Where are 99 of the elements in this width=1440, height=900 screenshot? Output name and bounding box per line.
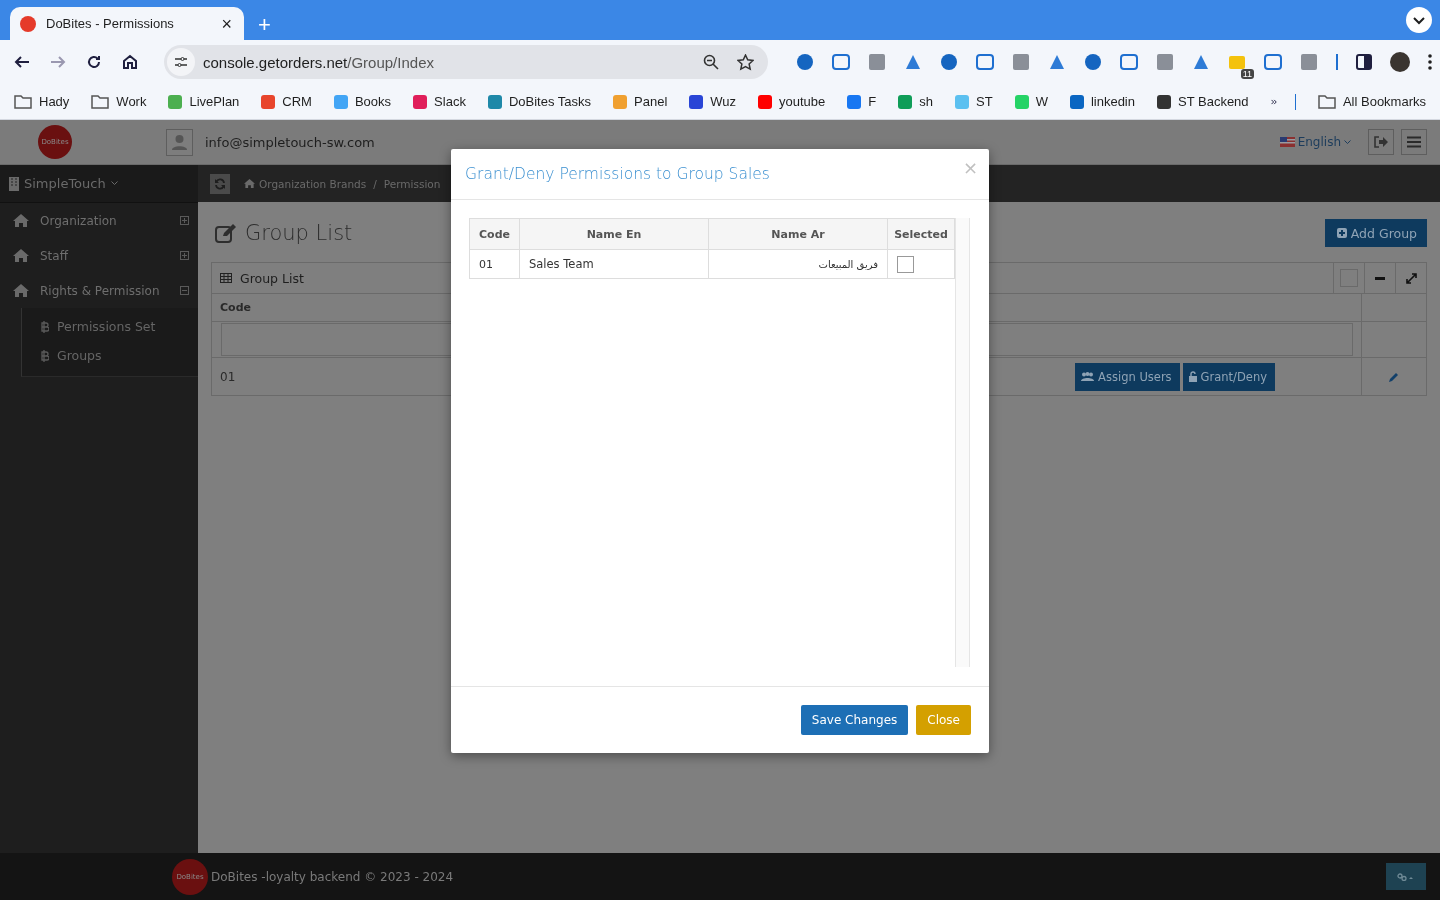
- expand-icon[interactable]: [1405, 272, 1417, 284]
- extension-icon[interactable]: [832, 53, 850, 71]
- menu-icon: [1407, 136, 1421, 148]
- add-group-button[interactable]: Add Group: [1324, 219, 1427, 247]
- extension-icon[interactable]: [1012, 53, 1030, 71]
- site-settings-icon[interactable]: [167, 48, 195, 76]
- forward-icon[interactable]: [50, 54, 66, 70]
- bookmark[interactable]: Panel: [613, 94, 668, 109]
- extension-icon[interactable]: [1192, 53, 1210, 71]
- bookmark[interactable]: youtube: [758, 94, 826, 109]
- extension-icon[interactable]: [940, 53, 958, 71]
- caret-icon: [1344, 139, 1351, 145]
- user-email: info@simpletouch-sw.com: [205, 134, 375, 150]
- column-header: Name En: [519, 218, 709, 250]
- building-icon: [9, 176, 19, 191]
- footer-text: DoBites -loyalty backend © 2023 - 2024: [211, 869, 454, 884]
- settings-button[interactable]: [1386, 863, 1426, 890]
- tab-title: DoBites - Permissions: [46, 16, 175, 31]
- extension-icon[interactable]: [1156, 53, 1174, 71]
- all-bookmarks-button[interactable]: All Bookmarks: [1317, 94, 1426, 109]
- folder-icon: [91, 94, 110, 109]
- extension-icon[interactable]: [1084, 53, 1102, 71]
- more-icon[interactable]: [1428, 54, 1432, 70]
- link-icon: [1397, 872, 1415, 881]
- bookmark[interactable]: linkedin: [1069, 94, 1135, 109]
- home-icon: [13, 214, 29, 227]
- currency-icon: [41, 349, 49, 362]
- back-icon[interactable]: [14, 54, 30, 70]
- column-header: Name Ar: [708, 218, 888, 250]
- home-icon: [244, 179, 255, 188]
- extension-icon[interactable]: [1264, 53, 1282, 71]
- pencil-icon[interactable]: [1389, 371, 1399, 382]
- bookmark[interactable]: Work: [91, 94, 147, 109]
- address-bar[interactable]: console.getorders.net/Group/Index: [164, 45, 768, 79]
- folder-icon: [14, 94, 32, 109]
- table-cell: 01: [469, 249, 520, 279]
- refresh-icon: [214, 177, 226, 190]
- minimize-icon[interactable]: [1375, 276, 1385, 280]
- extension-icon[interactable]: [1300, 53, 1318, 71]
- browser-tab[interactable]: DoBites - Permissions ×: [10, 7, 244, 40]
- assign-users-button[interactable]: Assign Users: [1075, 362, 1180, 391]
- star-icon[interactable]: [737, 53, 754, 71]
- table-icon: [220, 273, 232, 283]
- column-header: Code: [469, 218, 520, 250]
- users-icon: [1081, 371, 1095, 382]
- extension-icon[interactable]: [796, 53, 814, 71]
- selected-checkbox[interactable]: [897, 255, 914, 273]
- bookmark[interactable]: ST Backend: [1157, 94, 1249, 109]
- plus-icon: [1336, 228, 1347, 238]
- column-header: Selected: [887, 218, 955, 250]
- bookmark[interactable]: Wuz: [689, 94, 737, 109]
- extension-icon[interactable]: [1120, 53, 1138, 71]
- bookmark[interactable]: LivePlan: [168, 94, 240, 109]
- flag-icon: [1279, 137, 1295, 147]
- panel-title: Group List: [240, 270, 305, 286]
- profile-avatar[interactable]: [1390, 52, 1410, 72]
- tab-search-icon[interactable]: [1406, 7, 1432, 33]
- bookmark[interactable]: Slack: [413, 94, 466, 109]
- reload-icon[interactable]: [86, 54, 102, 70]
- bookmark[interactable]: CRM: [261, 94, 312, 109]
- dialog-title: Grant/Deny Permissions to Group Sales: [465, 165, 771, 183]
- url-text: console.getorders.net/Group/Index: [203, 53, 434, 71]
- edit-icon: [215, 223, 237, 243]
- new-tab-button[interactable]: +: [254, 14, 275, 36]
- table-cell-text: 01: [219, 369, 237, 384]
- breadcrumb-separator: /: [373, 177, 377, 190]
- home-icon[interactable]: [122, 54, 138, 70]
- logout-icon: [1374, 136, 1388, 148]
- extension-icon[interactable]: [976, 53, 994, 71]
- bookmark[interactable]: F: [847, 94, 877, 109]
- tab-favicon-icon: [20, 15, 36, 32]
- unlock-icon: [1188, 371, 1197, 382]
- close-tab-button[interactable]: ×: [219, 14, 234, 33]
- caret-icon: [110, 181, 118, 186]
- currency-icon: [41, 320, 49, 333]
- extension-badge: 11: [1240, 69, 1254, 79]
- column-header: Code: [219, 301, 252, 314]
- bookmark[interactable]: Hady: [14, 94, 70, 109]
- logout-button[interactable]: [1368, 129, 1394, 155]
- bookmark[interactable]: W: [1014, 94, 1048, 109]
- save-changes-button[interactable]: Save Changes: [800, 705, 909, 735]
- extension-icon[interactable]: [1228, 53, 1246, 71]
- table-cell: فريق المبيعات: [708, 249, 888, 279]
- bookmark[interactable]: ST: [955, 94, 993, 109]
- folder-icon: [1317, 94, 1336, 109]
- extension-icon[interactable]: [1048, 53, 1066, 71]
- bookmark[interactable]: Books: [333, 94, 392, 109]
- bookmark[interactable]: sh: [898, 94, 933, 109]
- menu-button[interactable]: [1401, 129, 1427, 155]
- page-title: Group List: [245, 221, 353, 245]
- bookmark[interactable]: DoBites Tasks: [487, 94, 592, 109]
- grant-deny-button[interactable]: Grant/Deny: [1182, 362, 1275, 391]
- table-cell: Sales Team: [519, 249, 709, 279]
- extension-icon[interactable]: [868, 53, 886, 71]
- extension-icon[interactable]: [904, 53, 922, 71]
- zoom-icon[interactable]: [703, 54, 719, 70]
- side-panel-icon[interactable]: [1356, 54, 1372, 70]
- home-icon: [13, 284, 29, 297]
- home-icon: [13, 249, 29, 262]
